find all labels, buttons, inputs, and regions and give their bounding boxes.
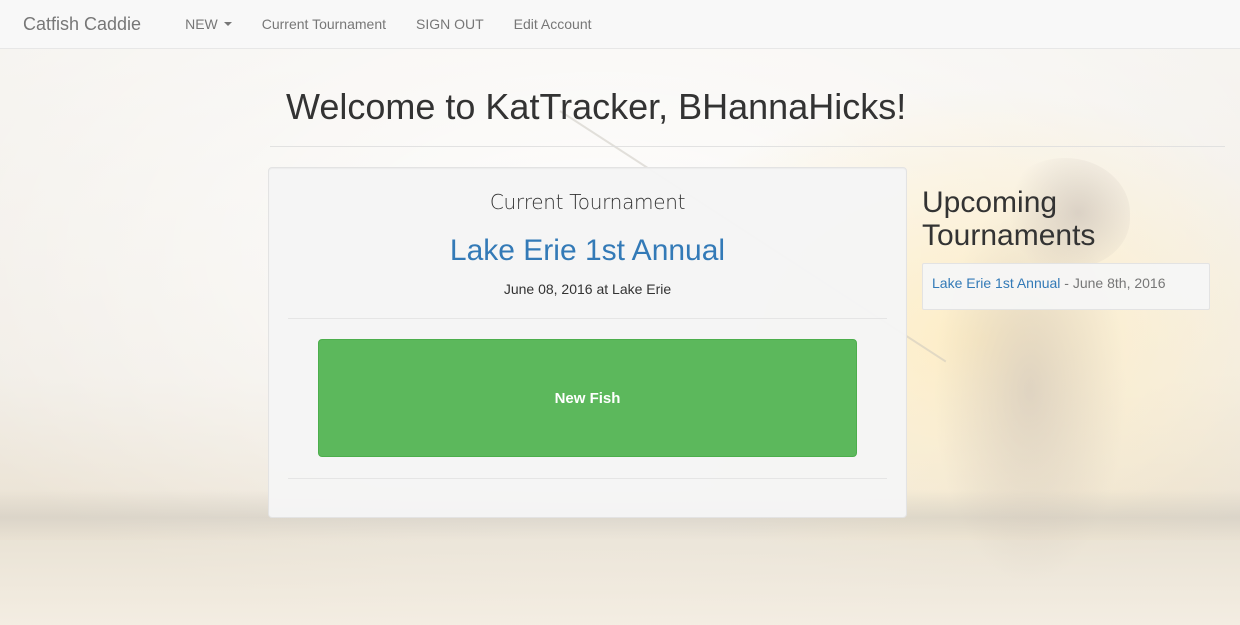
new-fish-button[interactable]: New Fish	[318, 339, 857, 457]
nav-edit-account[interactable]: Edit Account	[499, 16, 607, 32]
chevron-down-icon	[223, 22, 232, 26]
panel-divider-bottom	[288, 478, 887, 479]
current-tournament-panel: Current Tournament Lake Erie 1st Annual …	[268, 167, 907, 518]
title-divider	[270, 146, 1225, 147]
upcoming-tournaments-list: Lake Erie 1st Annual - June 8th, 2016	[922, 263, 1210, 310]
nav-current-tournament[interactable]: Current Tournament	[247, 16, 401, 32]
nav-new-dropdown[interactable]: NEW	[170, 16, 247, 32]
current-tournament-name-link[interactable]: Lake Erie 1st Annual	[269, 234, 906, 268]
upcoming-tournament-date: - June 8th, 2016	[1060, 275, 1166, 291]
current-tournament-heading: Current Tournament	[489, 190, 686, 214]
upcoming-tournament-link[interactable]: Lake Erie 1st Annual	[932, 275, 1060, 291]
brand-link[interactable]: Catfish Caddie	[0, 14, 156, 35]
nav-sign-out[interactable]: SIGN OUT	[401, 16, 499, 32]
upcoming-tournaments-heading: Upcoming Tournaments	[922, 186, 1096, 252]
nav-new-label: NEW	[185, 16, 218, 32]
current-tournament-date-location: June 08, 2016 at Lake Erie	[503, 281, 672, 297]
page-title: Welcome to KatTracker, BHannaHicks!	[286, 86, 907, 127]
top-navbar: Catfish Caddie NEW Current Tournament SI…	[0, 0, 1240, 49]
list-item: Lake Erie 1st Annual - June 8th, 2016	[932, 275, 1200, 291]
main-content: Welcome to KatTracker, BHannaHicks! Curr…	[0, 0, 1240, 625]
panel-divider-top	[288, 318, 887, 319]
